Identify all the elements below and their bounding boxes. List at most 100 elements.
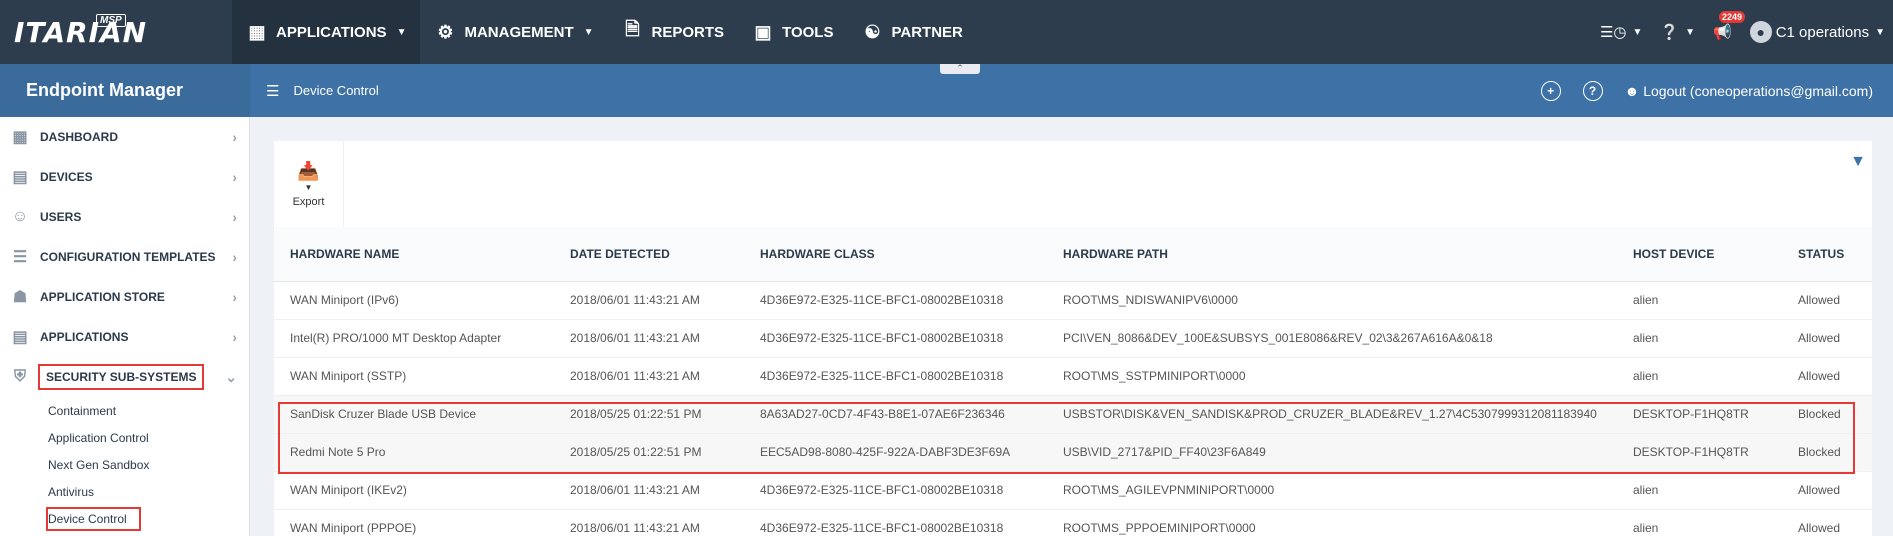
table-cell: 4D36E972-E325-11CE-BFC1-08002BE10318 <box>744 281 1047 320</box>
table-row[interactable]: Redmi Note 5 Pro 2018/05/25 01:22:51 PM EE… <box>274 433 1872 472</box>
store-icon: ☗ <box>12 289 28 306</box>
history-menu[interactable]: ☰◷ ▼ <box>1600 23 1642 41</box>
table-cell: alien <box>1617 471 1782 510</box>
table-cell: Blocked <box>1782 395 1872 434</box>
table-cell: WAN Miniport (IKEv2) <box>274 471 554 510</box>
column-header[interactable]: HARDWARE NAME <box>274 227 554 282</box>
itarian-logo[interactable]: ITARIAN MSP <box>0 0 232 64</box>
table-cell: Blocked <box>1782 433 1872 472</box>
sidebar-item-label: DEVICES <box>40 170 93 184</box>
sidebar-item-devices[interactable]: ▤ DEVICES › <box>0 157 249 197</box>
table-row[interactable]: SanDisk Cruzer Blade USB Device 2018/05/2… <box>274 395 1872 434</box>
chevron-down-icon: ▼ <box>583 26 594 38</box>
caret-down-icon: ▼ <box>304 182 313 192</box>
sidebar-item-applications[interactable]: ▤ APPLICATIONS › <box>0 317 249 357</box>
table-cell: Intel(R) PRO/1000 MT Desktop Adapter <box>274 319 554 358</box>
chevron-down-icon: ⌄ <box>225 368 237 385</box>
notifications-button[interactable]: 📢 2249 <box>1713 11 1746 41</box>
export-label: Export <box>292 195 325 208</box>
table-cell: WAN Miniport (PPPOE) <box>274 509 554 536</box>
export-button[interactable]: 📥 ▼ Export <box>274 141 344 227</box>
add-device-icon[interactable]: + <box>1540 80 1561 101</box>
sidebar-subitem-next-gen-sandbox[interactable]: Next Gen Sandbox <box>0 451 249 478</box>
table-header-row: HARDWARE NAME DATE DETECTED HARDWARE CLASS… <box>274 227 1872 282</box>
user-menu[interactable]: ● C1 operations ▼ <box>1749 21 1885 43</box>
sidebar-item-label: APPLICATIONS <box>40 330 129 344</box>
nav-partner[interactable]: ☯ PARTNER <box>847 0 976 64</box>
sidebar-item-security-sub-systems[interactable]: ⛨ SECURITY SUB-SYSTEMS ⌄ <box>0 357 249 397</box>
sidebar: ▦ DASHBOARD › ▤ DEVICES › ☺ USERS › ☰ CO… <box>0 117 250 536</box>
nav-tools[interactable]: ▣ TOOLS <box>738 0 847 64</box>
main-nav: ▦ APPLICATIONS ▼ ⚙ MANAGEMENT ▼ 🗎 REPORT… <box>232 0 977 64</box>
dashboard-icon: ▦ <box>12 129 28 146</box>
nav-management[interactable]: ⚙ MANAGEMENT ▼ <box>420 0 607 64</box>
sidebar-item-dashboard[interactable]: ▦ DASHBOARD › <box>0 117 249 157</box>
sidebar-item-label: USERS <box>40 210 82 224</box>
chevron-down-icon: ▼ <box>396 26 407 38</box>
table-cell: 2018/06/01 11:43:21 AM <box>554 509 744 536</box>
table-cell: 2018/06/01 11:43:21 AM <box>554 357 744 396</box>
column-header[interactable]: HOST DEVICE <box>1617 227 1782 282</box>
column-header[interactable]: HARDWARE PATH <box>1047 227 1617 282</box>
header-actions: + ? ☻ Logout (coneoperations@gmail.com) <box>1540 64 1873 117</box>
logo-text: ITARIAN <box>14 15 148 49</box>
table-cell: alien <box>1617 319 1782 358</box>
table-row[interactable]: WAN Miniport (IKEv2) 2018/06/01 11:43:21 … <box>274 471 1872 510</box>
table-cell: 8A63AD27-0CD7-4F43-B8E1-07AE6F236346 <box>744 395 1047 434</box>
hamburger-menu-icon[interactable]: ☰ <box>266 82 279 100</box>
sidebar-subitem-antivirus[interactable]: Antivirus <box>0 478 249 505</box>
sidebar-item-label: SECURITY SUB-SYSTEMS <box>37 364 205 390</box>
sidebar-subitem-application-control[interactable]: Application Control <box>0 424 249 451</box>
table-cell: 4D36E972-E325-11CE-BFC1-08002BE10318 <box>744 471 1047 510</box>
megaphone-icon: 📢 <box>1713 24 1732 41</box>
nav-management-label: MANAGEMENT <box>464 23 574 41</box>
table-row[interactable]: WAN Miniport (PPPOE) 2018/06/01 11:43:21 … <box>274 509 1872 536</box>
table-row[interactable]: WAN Miniport (IPv6) 2018/06/01 11:43:21 A… <box>274 281 1872 320</box>
sidebar-item-application-store[interactable]: ☗ APPLICATION STORE › <box>0 277 249 317</box>
table-cell: 4D36E972-E325-11CE-BFC1-08002BE10318 <box>744 357 1047 396</box>
sidebar-subitem-device-control[interactable]: Device Control <box>0 505 249 532</box>
chevron-down-icon: ▼ <box>1685 26 1695 38</box>
table-cell: Allowed <box>1782 357 1872 396</box>
sidebar-item-configuration-templates[interactable]: ☰ CONFIGURATION TEMPLATES › <box>0 237 249 277</box>
applications-icon: ▤ <box>12 329 28 346</box>
nav-reports[interactable]: 🗎 REPORTS <box>608 0 739 64</box>
sidebar-subitem-label: Device Control <box>46 506 141 531</box>
table-cell: SanDisk Cruzer Blade USB Device <box>274 395 554 434</box>
grid-icon: ▦ <box>248 21 266 42</box>
help-menu[interactable]: ❔ ▼ <box>1660 23 1695 41</box>
table-cell: 4D36E972-E325-11CE-BFC1-08002BE10318 <box>744 319 1047 358</box>
table-cell: Redmi Note 5 Pro <box>274 433 554 472</box>
sidebar-item-users[interactable]: ☺ USERS › <box>0 197 249 237</box>
column-header[interactable]: HARDWARE CLASS <box>744 227 1047 282</box>
user-name: C1 operations <box>1775 23 1870 41</box>
page-header: ☰ Device Control + ? ☻ Logout (coneopera… <box>250 64 1893 117</box>
column-header[interactable]: STATUS <box>1782 227 1872 282</box>
shield-icon: ⛨ <box>13 368 26 385</box>
collapse-header-toggle[interactable]: ⌃ <box>940 64 980 74</box>
table-cell: USB\VID_2717&PID_FF40\23F6A849 <box>1047 433 1617 472</box>
table-cell: PCI\VEN_8086&DEV_100E&SUBSYS_001E8086&RE… <box>1047 319 1617 358</box>
table-cell: Allowed <box>1782 319 1872 358</box>
avatar-icon: ● <box>1749 21 1772 43</box>
table-cell: Allowed <box>1782 281 1872 320</box>
table-cell: alien <box>1617 281 1782 320</box>
logout-button[interactable]: ☻ Logout (coneoperations@gmail.com) <box>1625 83 1873 99</box>
help-circle-icon[interactable]: ? <box>1582 80 1603 101</box>
sidebar-subitem-containment[interactable]: Containment <box>0 397 249 424</box>
filter-icon[interactable]: ▼ <box>1850 153 1866 171</box>
table-cell: Allowed <box>1782 471 1872 510</box>
user-icon: ☺ <box>11 208 29 225</box>
table-row[interactable]: WAN Miniport (SSTP) 2018/06/01 11:43:21 A… <box>274 357 1872 396</box>
table-cell: Allowed <box>1782 509 1872 536</box>
table-cell: WAN Miniport (SSTP) <box>274 357 554 396</box>
top-right-controls: ☰◷ ▼ ❔ ▼ 📢 2249 ● C1 operations ▼ <box>1600 0 1893 64</box>
app-title: Endpoint Manager <box>0 64 250 117</box>
help-icon: ❔ <box>1660 24 1680 41</box>
column-header[interactable]: DATE DETECTED <box>554 227 744 282</box>
sidebar-item-label: DASHBOARD <box>40 130 118 144</box>
nav-applications[interactable]: ▦ APPLICATIONS ▼ <box>232 0 421 64</box>
table-row[interactable]: Intel(R) PRO/1000 MT Desktop Adapter 2018… <box>274 319 1872 358</box>
nav-reports-label: REPORTS <box>651 23 725 41</box>
toolbox-icon: ▣ <box>754 21 772 42</box>
